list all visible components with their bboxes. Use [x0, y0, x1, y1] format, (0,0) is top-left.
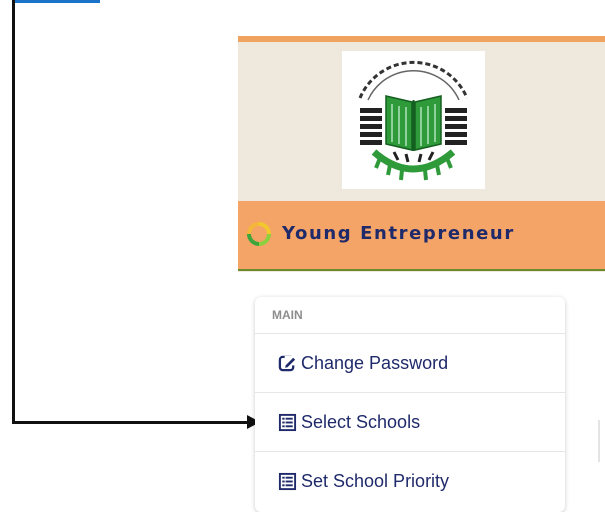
book-emblem-icon [358, 60, 469, 181]
content-edge-divider [598, 420, 600, 462]
list-icon [278, 413, 297, 431]
list-icon [278, 472, 297, 490]
menu-item-label: Set School Priority [301, 470, 450, 491]
banner-accent-line [238, 36, 605, 42]
brand-ring-icon [247, 222, 271, 246]
annotation-arrow-vertical-line [12, 0, 15, 424]
brand-name: Young Entrepreneur [282, 223, 515, 244]
brand-bar: Young Entrepreneur [238, 201, 605, 271]
top-link-underline [14, 0, 100, 3]
menu-item-change-password[interactable]: Change Password [255, 334, 565, 393]
menu-section-header: MAIN [255, 297, 565, 334]
organization-logo [342, 51, 485, 189]
menu-item-set-school-priority[interactable]: Set School Priority [255, 452, 565, 510]
menu-item-select-schools[interactable]: Select Schools [255, 393, 565, 452]
menu-item-label: Change Password [301, 352, 449, 373]
menu-item-label: Select Schools [301, 411, 421, 432]
main-menu-panel: MAIN Change Password Select Schools Set … [255, 297, 565, 512]
header-banner: Young Entrepreneur [238, 36, 605, 272]
edit-icon [278, 355, 297, 371]
annotation-arrow-horizontal-line [12, 421, 250, 424]
